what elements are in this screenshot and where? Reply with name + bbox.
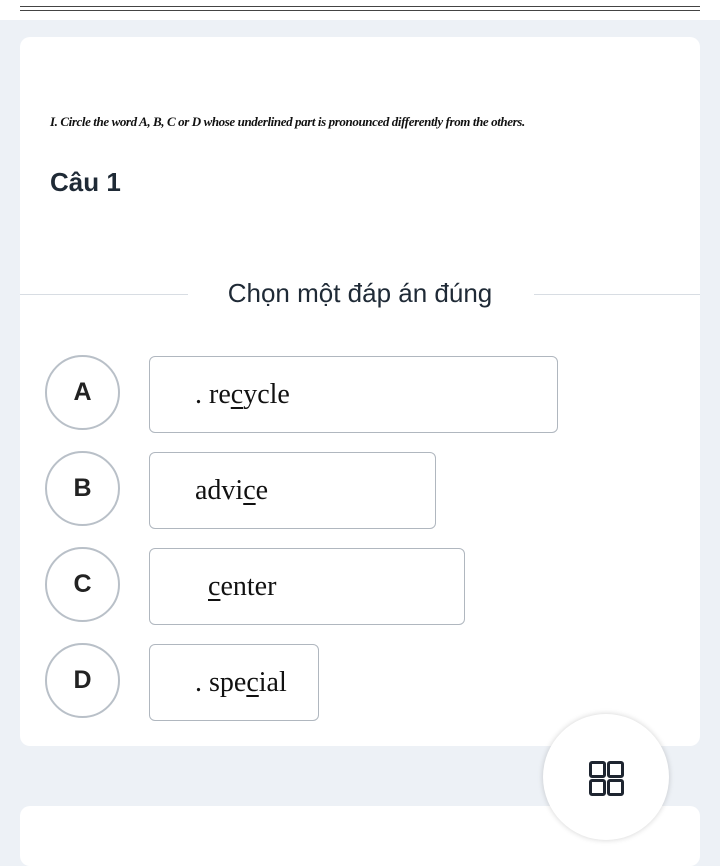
option-b-button[interactable]: advice [149, 452, 436, 529]
option-b-text: advice [195, 474, 269, 506]
option-c-text: center [208, 570, 277, 602]
option-d-letter[interactable]: D [45, 643, 120, 718]
instruction-text: I. Circle the word A, B, C or D whose un… [50, 114, 525, 129]
option-b-letter[interactable]: B [45, 451, 120, 526]
option-a-button[interactable]: . recycle [149, 356, 558, 433]
divider-line [20, 6, 700, 7]
option-a-letter[interactable]: A [45, 355, 120, 430]
question-grid-button[interactable] [543, 714, 669, 840]
top-strip [0, 0, 720, 20]
option-c-letter[interactable]: C [45, 547, 120, 622]
question-title: Câu 1 [50, 167, 121, 197]
option-d-button[interactable]: . special [149, 644, 319, 721]
option-a-text: . recycle [195, 378, 290, 410]
divider-right [534, 294, 700, 295]
divider-line [20, 10, 700, 11]
option-d-text: . special [195, 666, 287, 698]
question-card: I. Circle the word A, B, C or D whose un… [20, 37, 700, 746]
grid-icon [589, 761, 624, 796]
option-c-button[interactable]: center [149, 548, 465, 625]
